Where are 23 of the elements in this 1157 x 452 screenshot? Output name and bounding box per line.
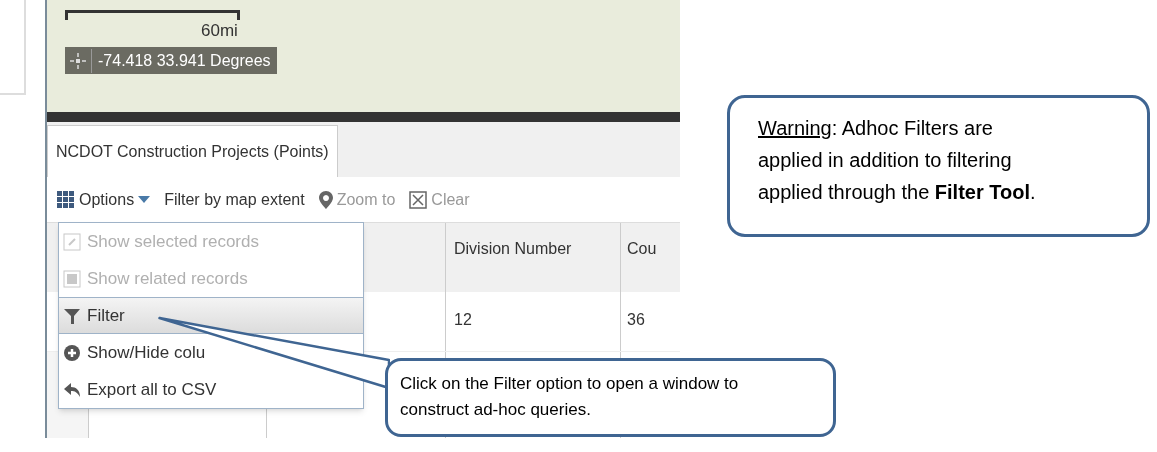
tip-text: Click on the Filter option to open a window to construct ad-hoc queries.	[400, 373, 740, 421]
close-icon	[409, 190, 428, 209]
layer-tab[interactable]: NCDOT Construction Projects (Points)	[47, 125, 338, 177]
column-header[interactable]: Division Number	[454, 240, 572, 257]
filter-by-extent-button[interactable]: Filter by map extent	[164, 187, 305, 212]
warning-text: Warning: Adhoc Filters are applied in addition to filtering applied through the Filter Tool.	[758, 116, 1037, 205]
pin-icon	[63, 232, 81, 251]
reply-arrow-icon	[63, 380, 81, 399]
grid-icon	[57, 190, 75, 209]
caret-icon	[138, 195, 151, 204]
column-header[interactable]: Cou	[627, 240, 657, 257]
filter-icon	[63, 306, 81, 325]
menu-item[interactable]: Filter	[59, 297, 363, 334]
menu-item[interactable]: Export all to CSV	[59, 371, 363, 408]
options-menu-button[interactable]: Options	[57, 187, 151, 212]
table-cell: 12	[454, 311, 472, 328]
crosshair-icon	[68, 50, 88, 71]
scale-label: 60mi	[201, 20, 238, 42]
coordinates-badge: -74.418 33.941 Degrees	[65, 47, 277, 75]
square-icon	[63, 269, 81, 288]
table-cell: 36	[627, 311, 645, 328]
location-pin-icon	[318, 190, 333, 209]
plus-circle-icon	[63, 343, 81, 362]
